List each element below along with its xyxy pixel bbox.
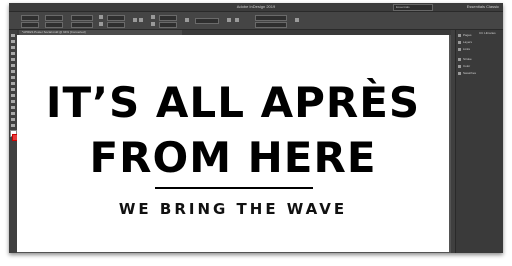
panel-label: Layers — [463, 40, 473, 44]
color-icon — [458, 64, 461, 68]
align-icon[interactable] — [227, 18, 231, 22]
rotation-field[interactable] — [107, 15, 125, 21]
page-tool-icon[interactable] — [11, 46, 15, 49]
panel-item-cc-libraries[interactable]: CC Libraries — [479, 30, 503, 36]
y-position-field[interactable] — [21, 22, 39, 28]
width-field[interactable] — [45, 15, 63, 21]
fill-swatch-icon[interactable] — [151, 15, 155, 19]
panel-item-swatches[interactable]: Swatches — [458, 71, 502, 76]
x-position-field[interactable] — [21, 15, 39, 21]
panel-item-layers[interactable]: Layers — [458, 40, 502, 45]
line-tool-icon[interactable] — [11, 64, 15, 67]
height-field[interactable] — [45, 22, 63, 28]
document-page[interactable]: IT’S ALL APRÈS FROM HERE WE BRING THE WA… — [17, 35, 449, 252]
gradient-tool-icon[interactable] — [11, 106, 15, 109]
scale-x-field[interactable] — [71, 15, 93, 21]
tagline[interactable]: WE BRING THE WAVE — [17, 198, 449, 220]
type-tool-icon[interactable] — [11, 58, 15, 61]
selection-tool-icon[interactable] — [11, 34, 15, 37]
pen-tool-icon[interactable] — [11, 70, 15, 73]
indesign-window: Adobe InDesign 2019 Essentials Essential… — [9, 3, 503, 253]
panel-label: Swatches — [463, 71, 477, 75]
panel-item-links[interactable]: Links — [458, 47, 502, 52]
opacity-field[interactable] — [195, 18, 219, 24]
frame-fitting-field[interactable] — [255, 15, 287, 21]
panel-dock: Pages Layers Links Stroke Color Swatches — [455, 30, 503, 253]
flip-horizontal-icon[interactable] — [133, 18, 137, 22]
panel-item-stroke[interactable]: Stroke — [458, 57, 502, 62]
direct-selection-tool-icon[interactable] — [11, 40, 15, 43]
free-transform-tool-icon[interactable] — [11, 100, 15, 103]
gap-tool-icon[interactable] — [11, 52, 15, 55]
panel-item-color[interactable]: Color — [458, 64, 502, 69]
panel-label: Stroke — [463, 57, 472, 61]
control-bar — [9, 12, 503, 30]
links-icon — [458, 47, 461, 51]
swatches-icon — [458, 71, 461, 75]
user-label: Essentials Classic — [466, 4, 499, 9]
pencil-tool-icon[interactable] — [11, 76, 15, 79]
headline-line-1[interactable]: IT’S ALL APRÈS — [17, 78, 449, 128]
stroke-weight-field[interactable] — [159, 15, 177, 21]
shear-icon[interactable] — [99, 22, 103, 26]
pages-icon — [458, 33, 461, 37]
rectangle-tool-icon[interactable] — [11, 88, 15, 91]
scale-y-field[interactable] — [71, 22, 93, 28]
flip-vertical-icon[interactable] — [139, 18, 143, 22]
panel-label: Pages — [463, 33, 472, 37]
effects-icon[interactable] — [185, 18, 189, 22]
shear-field[interactable] — [107, 22, 125, 28]
stroke-type-field[interactable] — [159, 22, 177, 28]
panel-label: Color — [463, 64, 471, 68]
hand-tool-icon[interactable] — [11, 118, 15, 121]
text-wrap-field[interactable] — [255, 22, 287, 28]
text-frame-options-icon[interactable] — [295, 18, 299, 22]
headline-line-2[interactable]: FROM HERE — [17, 133, 449, 183]
layers-icon — [458, 40, 461, 44]
stroke-swatch-icon[interactable] — [151, 22, 155, 26]
stroke-icon — [458, 57, 461, 61]
scissors-tool-icon[interactable] — [11, 94, 15, 97]
rotate-icon[interactable] — [99, 15, 103, 19]
distribute-icon[interactable] — [235, 18, 239, 22]
eyedropper-tool-icon[interactable] — [11, 112, 15, 115]
zoom-tool-icon[interactable] — [11, 124, 15, 127]
workspace-switcher[interactable]: Essentials — [393, 4, 433, 11]
divider-rule[interactable] — [155, 187, 313, 189]
panel-label: Links — [463, 47, 471, 51]
rectangle-frame-tool-icon[interactable] — [11, 82, 15, 85]
title-bar: Adobe InDesign 2019 Essentials Essential… — [9, 3, 503, 18]
